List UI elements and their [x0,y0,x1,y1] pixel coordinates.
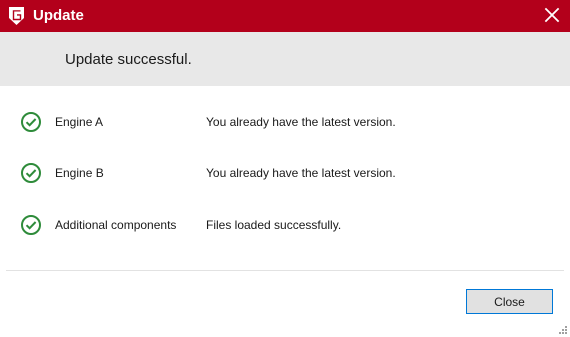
check-circle-icon [21,112,41,132]
component-row-engine-a: Engine A You already have the latest ver… [0,111,570,137]
update-status-message: Update successful. [65,51,192,68]
resize-grip-icon[interactable] [557,324,567,334]
close-icon[interactable] [543,6,561,24]
title-bar: Update [0,0,570,32]
status-banner: Update successful. [0,32,570,86]
component-status: Files loaded successfully. [206,218,342,232]
footer-divider [6,270,564,271]
component-row-additional: Additional components Files loaded succe… [0,214,570,240]
component-name: Additional components [55,218,177,232]
component-status: You already have the latest version. [206,115,396,129]
check-circle-icon [21,215,41,235]
gdata-logo-icon [9,7,24,25]
component-status: You already have the latest version. [206,166,396,180]
component-name: Engine A [55,115,104,129]
component-name: Engine B [55,166,104,180]
check-circle-icon [21,163,41,183]
close-button[interactable]: Close [466,289,553,314]
window-title: Update [33,7,84,24]
component-row-engine-b: Engine B You already have the latest ver… [0,162,570,188]
